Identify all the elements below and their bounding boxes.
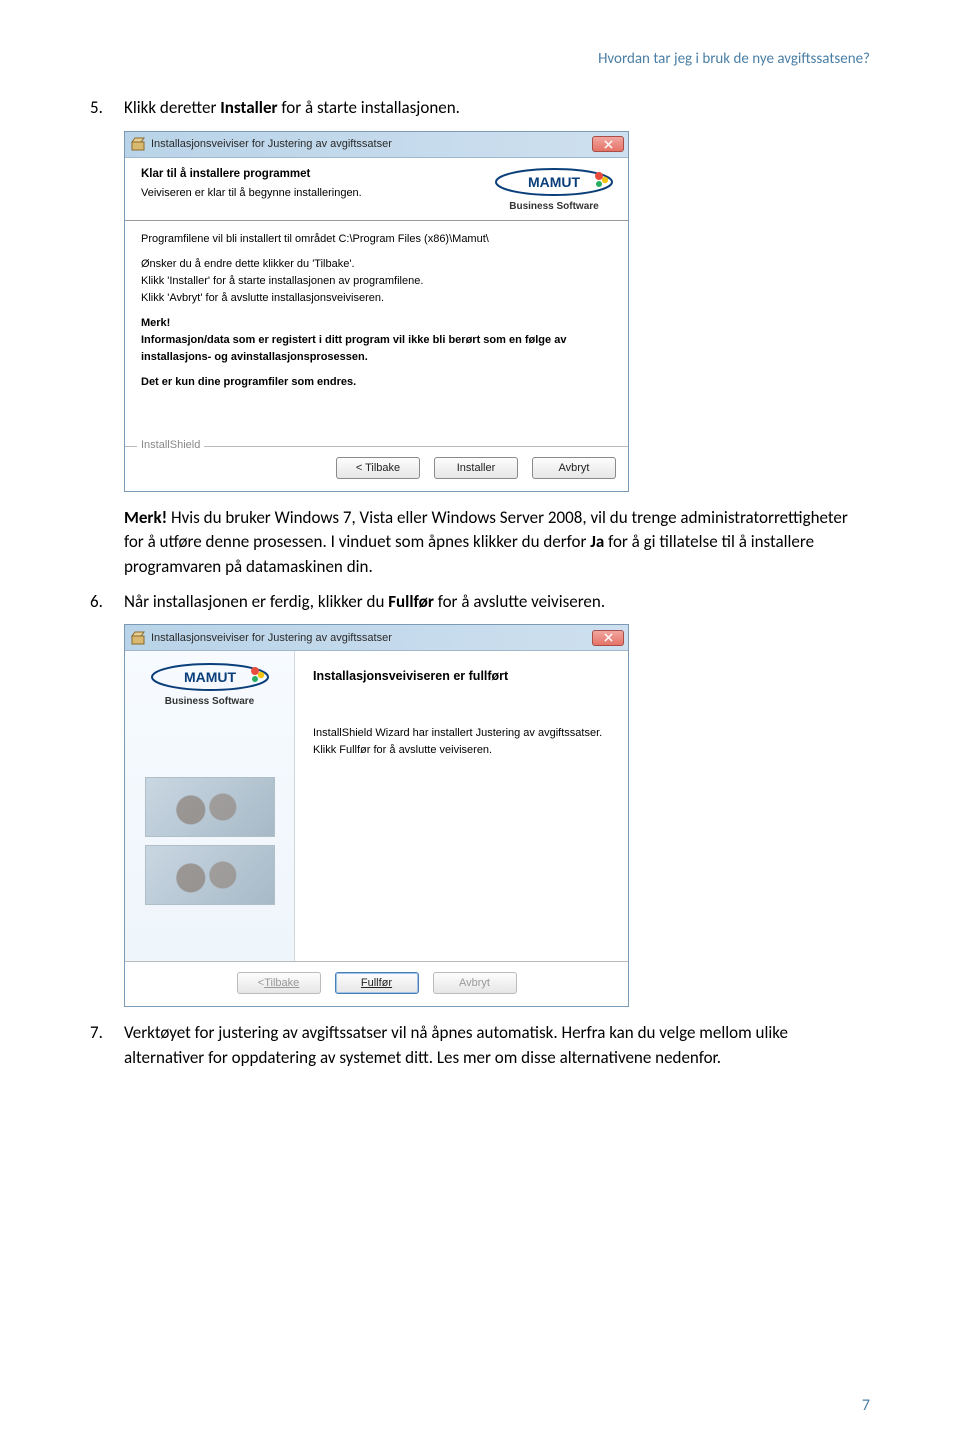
logo-subtitle: Business Software <box>151 696 269 707</box>
step-number: 6. <box>90 590 124 615</box>
dialog-title: Installasjonsveiviser for Justering av a… <box>151 138 592 150</box>
mamut-logo: MAMUT Business Software <box>151 663 269 707</box>
wizard-button-bar: InstallShield < Tilbake Installer Avbryt <box>125 446 628 491</box>
install-wizard-ready-dialog: Installasjonsveiviser for Justering av a… <box>124 131 629 492</box>
dialog-titlebar: Installasjonsveiviser for Justering av a… <box>125 132 628 158</box>
step-text: Klikk deretter Installer for å starte in… <box>124 96 870 121</box>
installer-package-icon <box>131 631 145 645</box>
wizard-side-panel: MAMUT Business Software <box>125 651 295 961</box>
step-number: 5. <box>90 96 124 121</box>
wizard-message: InstallShield Wizard har installert Just… <box>313 725 610 758</box>
dialog-title: Installasjonsveiviser for Justering av a… <box>151 632 592 644</box>
step-5: 5. Klikk deretter Installer for å starte… <box>90 96 870 121</box>
logo-subtitle: Business Software <box>492 201 616 212</box>
installshield-label: InstallShield <box>137 439 204 451</box>
wizard-subheading: Veiviseren er klar til å begynne install… <box>141 187 492 199</box>
installer-package-icon <box>131 137 145 151</box>
note-paragraph: Merk! Hvis du bruker Windows 7, Vista el… <box>124 506 870 580</box>
wizard-heading: Installasjonsveiviseren er fullført <box>313 669 610 683</box>
close-button[interactable] <box>592 630 624 646</box>
decorative-image <box>145 777 275 837</box>
step-text: Verktøyet for justering av avgiftssatser… <box>124 1021 870 1070</box>
install-button[interactable]: Installer <box>434 457 518 479</box>
mamut-logo: MAMUT Business Software <box>492 168 616 212</box>
back-button: < Tilbake <box>237 972 321 994</box>
page-number: 7 <box>862 1396 870 1415</box>
decorative-image <box>145 845 275 905</box>
cancel-button[interactable]: Avbryt <box>532 457 616 479</box>
step-number: 7. <box>90 1021 124 1070</box>
step-6: 6. Når installasjonen er ferdig, klikker… <box>90 590 870 615</box>
step-7: 7. Verktøyet for justering av avgiftssat… <box>90 1021 870 1070</box>
wizard-button-bar: < Tilbake Fullfør Avbryt <box>125 961 628 1006</box>
dialog-titlebar: Installasjonsveiviser for Justering av a… <box>125 625 628 651</box>
cancel-button: Avbryt <box>433 972 517 994</box>
close-button[interactable] <box>592 136 624 152</box>
document-running-header: Hvordan tar jeg i bruk de nye avgiftssat… <box>90 50 870 68</box>
svg-text:MAMUT: MAMUT <box>183 669 236 685</box>
step-text: Når installasjonen er ferdig, klikker du… <box>124 590 870 615</box>
wizard-body: Programfilene vil bli installert til omr… <box>125 221 628 446</box>
svg-text:MAMUT: MAMUT <box>528 174 581 190</box>
back-button-label: Tilbake <box>264 977 299 989</box>
finish-button[interactable]: Fullfør <box>335 972 419 994</box>
install-wizard-complete-dialog: Installasjonsveiviser for Justering av a… <box>124 624 629 1007</box>
back-button[interactable]: < Tilbake <box>336 457 420 479</box>
wizard-heading: Klar til å installere programmet <box>141 168 492 180</box>
